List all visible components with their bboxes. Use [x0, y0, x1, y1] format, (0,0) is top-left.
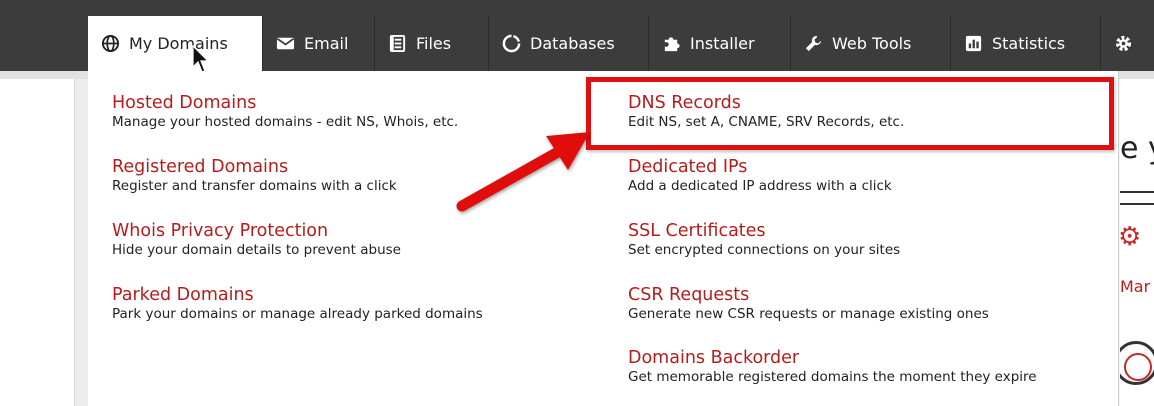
- menu-item-description: Park your domains or manage already park…: [112, 306, 483, 322]
- menu-item-title[interactable]: CSR Requests: [628, 285, 989, 305]
- tab-email[interactable]: Email: [262, 16, 374, 71]
- partial-heading: e y: [1120, 131, 1154, 166]
- menu-item-title[interactable]: Dedicated IPs: [628, 157, 892, 177]
- menu-item-parked-domains[interactable]: Parked Domains Park your domains or mana…: [112, 285, 483, 323]
- tab-label: Email: [304, 34, 349, 53]
- tab-files[interactable]: Files: [374, 16, 488, 71]
- menu-item-title[interactable]: Hosted Domains: [112, 93, 458, 113]
- menu-item-hosted-domains[interactable]: Hosted Domains Manage your hosted domain…: [112, 93, 458, 131]
- globe-icon: [100, 34, 120, 54]
- files-icon: [387, 34, 407, 54]
- tab-label: Files: [416, 34, 452, 53]
- menu-item-description: Generate new CSR requests or manage exis…: [628, 306, 989, 322]
- menu-item-description: Set encrypted connections on your sites: [628, 242, 901, 258]
- gear-icon: ⚙: [1120, 222, 1142, 252]
- tab-installer[interactable]: Installer: [648, 16, 790, 71]
- tab-web-tools[interactable]: Web Tools: [790, 16, 950, 71]
- tab-label: Installer: [690, 34, 755, 53]
- menu-item-title[interactable]: Domains Backorder: [628, 348, 1037, 368]
- page-gutter: [75, 79, 88, 406]
- highlight-box: [586, 77, 1114, 150]
- menu-item-description: Add a dedicated IP address with a click: [628, 178, 892, 194]
- mouse-cursor-icon: [192, 45, 210, 73]
- menu-item-title[interactable]: Parked Domains: [112, 285, 483, 305]
- menu-item-title[interactable]: SSL Certificates: [628, 221, 900, 241]
- menu-item-csr-requests[interactable]: CSR Requests Generate new CSR requests o…: [628, 285, 989, 323]
- tab-my-domains[interactable]: My Domains: [88, 16, 262, 71]
- speedometer-inner: [1124, 353, 1152, 381]
- tab-databases[interactable]: Databases: [488, 16, 648, 71]
- menu-item-whois-privacy[interactable]: Whois Privacy Protection Hide your domai…: [112, 221, 401, 259]
- page-right-content: e y ⚙ Mar: [1120, 79, 1154, 406]
- menu-item-title[interactable]: Whois Privacy Protection: [112, 221, 401, 241]
- menu-item-dedicated-ips[interactable]: Dedicated IPs Add a dedicated IP address…: [628, 157, 892, 195]
- divider: [1120, 203, 1154, 205]
- partial-link[interactable]: Mar: [1120, 277, 1150, 296]
- menu-item-description: Hide your domain details to prevent abus…: [112, 242, 401, 258]
- database-icon: [501, 34, 521, 54]
- page-left-panel: [0, 79, 75, 406]
- menu-item-ssl-certificates[interactable]: SSL Certificates Set encrypted connectio…: [628, 221, 900, 259]
- gear-icon: [1113, 34, 1133, 54]
- tab-label: My Domains: [129, 34, 228, 53]
- tab-label: Databases: [530, 34, 615, 53]
- tab-settings[interactable]: [1100, 16, 1154, 71]
- top-nav-bar: My Domains Email Files Databases Install…: [0, 0, 1154, 71]
- menu-item-registered-domains[interactable]: Registered Domains Register and transfer…: [112, 157, 397, 195]
- chart-icon: [963, 34, 983, 54]
- tab-label: Web Tools: [832, 34, 912, 53]
- menu-item-description: Get memorable registered domains the mom…: [628, 369, 1037, 385]
- tab-label: Statistics: [992, 34, 1066, 53]
- menu-item-description: Register and transfer domains with a cli…: [112, 178, 397, 194]
- envelope-icon: [275, 34, 295, 54]
- tab-statistics[interactable]: Statistics: [950, 16, 1100, 71]
- wrench-icon: [803, 34, 823, 54]
- menu-item-domains-backorder[interactable]: Domains Backorder Get memorable register…: [628, 348, 1037, 386]
- menu-item-title[interactable]: Registered Domains: [112, 157, 397, 177]
- menu-item-description: Manage your hosted domains - edit NS, Wh…: [112, 114, 459, 130]
- annotation-arrow-icon: [456, 132, 590, 212]
- puzzle-icon: [661, 34, 681, 54]
- divider: [1120, 191, 1154, 193]
